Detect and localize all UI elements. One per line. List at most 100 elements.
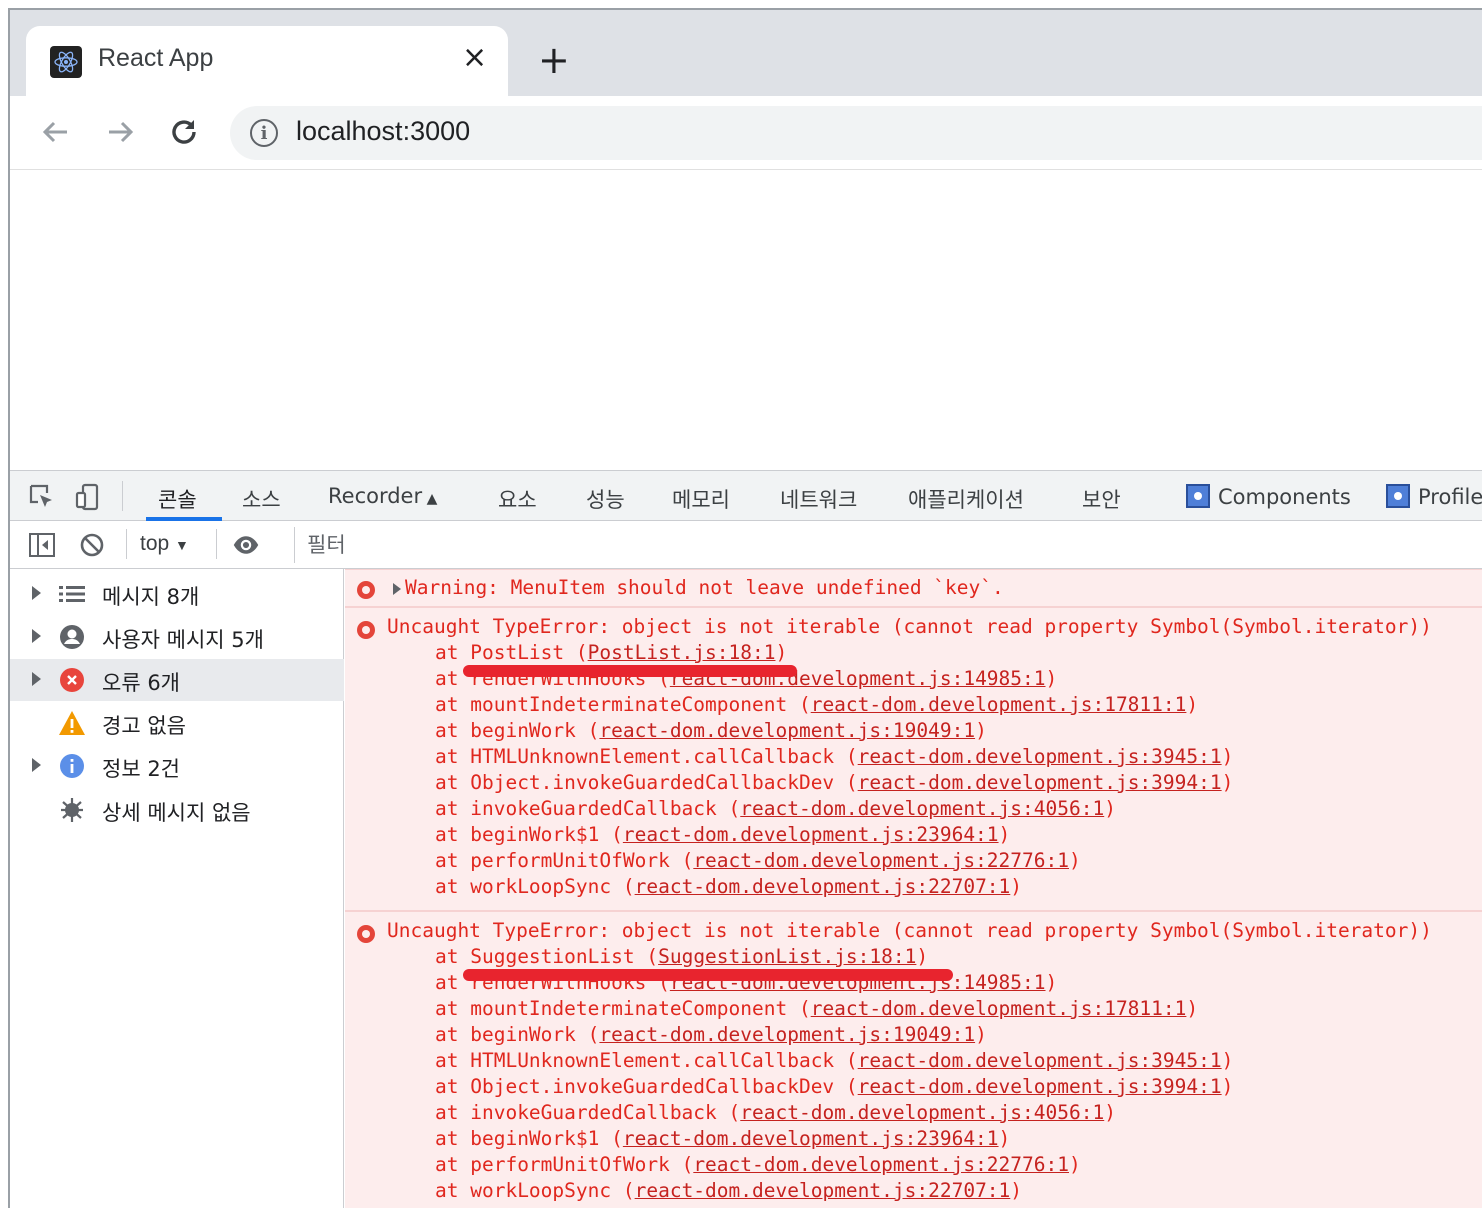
tab-8[interactable]: 보안	[1082, 484, 1121, 514]
devtools-panel: 콘솔 소스 Recorder ▲ 요소 성능 메모리 네트워크 애플리케이션 보안 Compone…	[10, 470, 1482, 1208]
browser-tab[interactable]: React App ×	[26, 26, 508, 96]
expand-arrow-icon[interactable]	[32, 758, 41, 772]
source-link[interactable]: react-dom.development.js:3945:1	[858, 745, 1222, 768]
address-bar[interactable]: i localhost:3000	[230, 106, 1482, 160]
reload-icon[interactable]	[164, 112, 204, 152]
sidebar-item-messages[interactable]: 메시지 8개	[10, 573, 344, 615]
stack-frame: at mountIndeterminateComponent (react-do…	[435, 693, 1199, 716]
source-link[interactable]: react-dom.development.js:23964:1	[623, 1127, 999, 1150]
frame-prefix: at	[435, 1049, 459, 1072]
frame-function: invokeGuardedCallback	[470, 1101, 717, 1124]
url-text[interactable]: localhost:3000	[296, 116, 470, 147]
frame-prefix: at	[435, 875, 459, 898]
source-link[interactable]: react-dom.development.js:17811:1	[811, 693, 1187, 716]
tab-label: 보안	[1082, 488, 1121, 512]
info-icon	[58, 752, 86, 780]
clear-console-icon[interactable]	[78, 531, 106, 559]
annotation-underline-mark	[463, 665, 797, 677]
tab-strip: React App × +	[10, 10, 1482, 96]
frame-function: beginWork	[470, 719, 576, 742]
stack-frame: at beginWork (react-dom.development.js:1…	[435, 1023, 987, 1046]
source-link[interactable]: react-dom.development.js:3945:1	[858, 1049, 1222, 1072]
source-link[interactable]: react-dom.development.js:19049:1	[599, 1023, 975, 1046]
sidebar-item-warnings[interactable]: 경고 없음	[10, 702, 344, 744]
frame-function: HTMLUnknownElement.callCallback	[470, 1049, 835, 1072]
experimental-flask-icon: ▲	[422, 491, 438, 507]
expand-arrow-icon[interactable]	[32, 672, 41, 686]
inspect-element-icon[interactable]	[28, 483, 56, 511]
frame-prefix: at	[435, 745, 459, 768]
frame-function: Object.invokeGuardedCallbackDev	[470, 771, 835, 794]
expand-arrow-icon[interactable]	[393, 583, 401, 595]
source-link[interactable]: react-dom.development.js:22707:1	[635, 1179, 1011, 1202]
stack-frame: at HTMLUnknownElement.callCallback (reac…	[435, 745, 1234, 768]
source-link[interactable]: react-dom.development.js:23964:1	[623, 823, 999, 846]
tab-1[interactable]: 소스	[242, 484, 281, 514]
console-error-message[interactable]: Uncaught TypeError: object is not iterab…	[345, 607, 1482, 911]
sidebar-item-info[interactable]: 정보 2건	[10, 745, 344, 787]
console-toolbar: top ▼ 필터	[10, 521, 1482, 569]
tab-0[interactable]: 콘솔	[158, 484, 197, 514]
device-toolbar-icon[interactable]	[74, 483, 102, 511]
source-link[interactable]: react-dom.development.js:22707:1	[635, 875, 1011, 898]
tab-7[interactable]: 애플리케이션	[908, 484, 1024, 514]
back-icon[interactable]	[36, 112, 76, 152]
source-link[interactable]: react-dom.development.js:3994:1	[858, 1075, 1222, 1098]
tab-6[interactable]: 네트워크	[780, 484, 857, 514]
frame-function: workLoopSync	[470, 875, 612, 898]
new-tab-icon[interactable]: +	[538, 40, 570, 80]
stack-frame: at mountIndeterminateComponent (react-do…	[435, 997, 1199, 1020]
console-warning-message[interactable]: Warning: MenuItem should not leave undef…	[345, 569, 1482, 607]
sidebar-item-user-messages[interactable]: 사용자 메시지 5개	[10, 616, 344, 658]
frame-prefix: at	[435, 945, 459, 968]
frame-function: SuggestionList	[470, 945, 635, 968]
tab-label: 성능	[586, 488, 625, 512]
source-link[interactable]: react-dom.development.js:22776:1	[693, 849, 1069, 872]
stack-frame: at invokeGuardedCallback (react-dom.deve…	[435, 797, 1116, 820]
expand-arrow-icon[interactable]	[32, 586, 41, 600]
sidebar-item-verbose[interactable]: 상세 메시지 없음	[10, 789, 344, 831]
frame-prefix: at	[435, 797, 459, 820]
source-link[interactable]: react-dom.development.js:17811:1	[811, 997, 1187, 1020]
stack-frame: at Object.invokeGuardedCallbackDev (reac…	[435, 1075, 1234, 1098]
expand-arrow-icon[interactable]	[32, 629, 41, 643]
frame-function: beginWork$1	[470, 1127, 600, 1150]
source-link[interactable]: react-dom.development.js:4056:1	[740, 797, 1104, 820]
browser-toolbar: i localhost:3000	[10, 96, 1482, 170]
console-error-message[interactable]: Uncaught TypeError: object is not iterab…	[345, 911, 1482, 1208]
source-link[interactable]: react-dom.development.js:4056:1	[740, 1101, 1104, 1124]
source-link[interactable]: react-dom.development.js:3994:1	[858, 771, 1222, 794]
sidebar-item-label: 경고 없음	[102, 714, 186, 738]
source-link[interactable]: react-dom.development.js:22776:1	[693, 1153, 1069, 1176]
sidebar-toggle-icon[interactable]	[28, 531, 56, 559]
message-text: Uncaught TypeError: object is not iterab…	[387, 615, 1432, 638]
close-tab-icon[interactable]: ×	[462, 40, 487, 76]
sidebar-item-errors[interactable]: 오류 6개	[10, 659, 344, 701]
tab-10[interactable]: Profiler	[1386, 484, 1482, 509]
frame-prefix: at	[435, 719, 459, 742]
tab-3[interactable]: 요소	[498, 484, 537, 514]
console-messages: Warning: MenuItem should not leave undef…	[345, 569, 1482, 1208]
tab-9[interactable]: Components	[1186, 484, 1351, 509]
tab-2[interactable]: Recorder ▲	[328, 484, 437, 508]
stack-frame: at beginWork (react-dom.development.js:1…	[435, 719, 987, 742]
frame-function: invokeGuardedCallback	[470, 797, 717, 820]
source-link[interactable]: SuggestionList.js:18:1	[658, 945, 916, 968]
frame-function: PostList	[470, 641, 565, 664]
context-select[interactable]: top ▼	[140, 532, 189, 556]
source-link[interactable]: PostList.js:18:1	[588, 641, 776, 664]
sidebar-item-label: 상세 메시지 없음	[102, 801, 251, 825]
filter-input[interactable]: 필터	[294, 527, 1482, 563]
tab-5[interactable]: 메모리	[672, 484, 730, 514]
live-expression-eye-icon[interactable]	[232, 531, 260, 559]
forward-icon[interactable]	[100, 112, 140, 152]
frame-prefix: at	[435, 1127, 459, 1150]
source-link[interactable]: react-dom.development.js:19049:1	[599, 719, 975, 742]
tab-label: 네트워크	[780, 488, 858, 512]
frame-function: Object.invokeGuardedCallbackDev	[470, 1075, 835, 1098]
tab-4[interactable]: 성능	[586, 484, 625, 514]
error-icon	[357, 621, 375, 639]
stack-frame: at performUnitOfWork (react-dom.developm…	[435, 1153, 1081, 1176]
site-info-icon[interactable]: i	[250, 119, 278, 147]
frame-prefix: at	[435, 1179, 459, 1202]
